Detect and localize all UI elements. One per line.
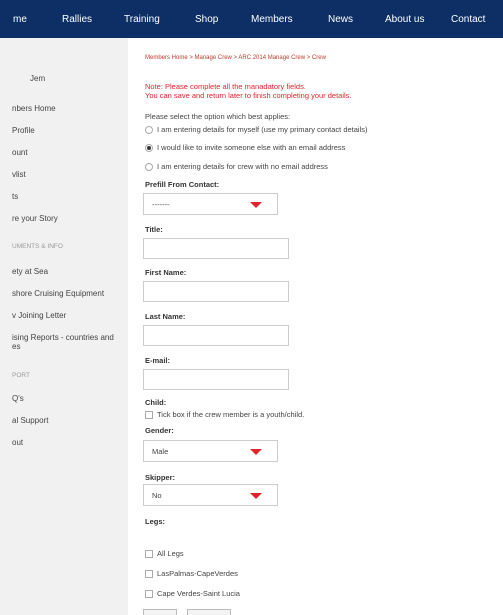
- leg-label: LasPalmas-CapeVerdes: [157, 569, 238, 578]
- sidebar: Jem nbers Home Profile ount vlist ts re …: [0, 38, 128, 615]
- last-name-label: Last Name:: [145, 312, 186, 321]
- sidebar-item-faqs[interactable]: Q's: [12, 394, 128, 403]
- sidebar-item-offshore-equipment[interactable]: shore Cruising Equipment: [12, 289, 128, 298]
- prefill-value: -------: [152, 200, 170, 209]
- checkbox[interactable]: [145, 549, 153, 558]
- child-checkbox[interactable]: [145, 410, 153, 419]
- child-checkbox-row[interactable]: Tick box if the crew member is a youth/c…: [145, 410, 304, 419]
- title-label: Title:: [145, 225, 163, 234]
- legs-label: Legs:: [145, 517, 166, 526]
- submit-button[interactable]: [187, 609, 231, 615]
- radio-option-no-email[interactable]: I am entering details for crew with no e…: [145, 162, 328, 171]
- sidebar-item-profile[interactable]: Profile: [12, 126, 128, 135]
- skipper-label: Skipper:: [145, 473, 176, 482]
- sidebar-item-safety-at-sea[interactable]: ety at Sea: [12, 267, 128, 276]
- sidebar-item-crewlist[interactable]: vlist: [12, 170, 128, 179]
- nav-rallies[interactable]: Rallies: [62, 14, 92, 25]
- save-button[interactable]: [143, 609, 177, 615]
- gender-label: Gender:: [145, 426, 174, 435]
- sidebar-item-share-story[interactable]: re your Story: [12, 214, 128, 223]
- sidebar-section-support: PORT: [12, 372, 30, 379]
- radio-button[interactable]: [145, 162, 153, 171]
- child-label: Child:: [145, 398, 167, 407]
- first-name-label: First Name:: [145, 268, 187, 277]
- radio-label: I am entering details for crew with no e…: [157, 162, 328, 171]
- checkbox[interactable]: [145, 569, 153, 578]
- title-input[interactable]: [143, 238, 289, 259]
- main-content: Members Home > Manage Crew > ARC 2014 Ma…: [143, 0, 503, 615]
- radio-button-selected[interactable]: [145, 143, 153, 152]
- sidebar-item-tech-support[interactable]: al Support: [12, 416, 128, 425]
- sidebar-item-cruising-reports[interactable]: ising Reports - countries and es: [12, 333, 128, 351]
- leg-checkbox-laspalmas[interactable]: LasPalmas-CapeVerdes: [145, 569, 238, 578]
- radio-label: I would like to invite someone else with…: [157, 143, 346, 152]
- option-prompt: Please select the option which best appl…: [145, 112, 291, 121]
- sidebar-user-name: Jem: [30, 74, 46, 83]
- chevron-down-icon: [250, 449, 262, 455]
- gender-value: Male: [152, 447, 169, 456]
- skipper-value: No: [152, 491, 162, 500]
- leg-checkbox-all[interactable]: All Legs: [145, 549, 184, 558]
- checkbox[interactable]: [145, 589, 153, 598]
- gender-select[interactable]: Male: [143, 440, 278, 462]
- sidebar-item-joining-letter[interactable]: v Joining Letter: [12, 311, 128, 320]
- note-line-2: You can save and return later to finish …: [145, 91, 352, 100]
- leg-label: All Legs: [157, 549, 184, 558]
- sidebar-item-logout[interactable]: out: [12, 438, 128, 447]
- prefill-select[interactable]: -------: [143, 193, 278, 215]
- radio-button[interactable]: [145, 125, 153, 134]
- sidebar-item-account[interactable]: ount: [12, 148, 128, 157]
- chevron-down-icon: [250, 493, 262, 499]
- note-line-1: Note: Please complete all the manadatory…: [145, 82, 306, 91]
- nav-home[interactable]: me: [13, 14, 27, 25]
- first-name-input[interactable]: [143, 281, 289, 302]
- radio-option-myself[interactable]: I am entering details for myself (use my…: [145, 125, 368, 134]
- prefill-label: Prefill From Contact:: [145, 180, 220, 189]
- radio-label: I am entering details for myself (use my…: [157, 125, 368, 134]
- email-label: E-mail:: [145, 356, 171, 365]
- breadcrumb[interactable]: Members Home > Manage Crew > ARC 2014 Ma…: [145, 55, 326, 61]
- sidebar-item-members-home[interactable]: nbers Home: [12, 104, 128, 113]
- last-name-input[interactable]: [143, 325, 289, 346]
- child-checkbox-text: Tick box if the crew member is a youth/c…: [157, 410, 305, 419]
- sidebar-item-events[interactable]: ts: [12, 192, 128, 201]
- mandatory-note: Note: Please complete all the manadatory…: [145, 82, 352, 100]
- email-input[interactable]: [143, 369, 289, 390]
- chevron-down-icon: [250, 202, 262, 208]
- radio-option-invite[interactable]: I would like to invite someone else with…: [145, 143, 345, 152]
- leg-checkbox-capeverdes[interactable]: Cape Verdes-Saint Lucia: [145, 589, 240, 598]
- skipper-select[interactable]: No: [143, 484, 278, 506]
- sidebar-section-documents: UMENTS & INFO: [12, 243, 63, 250]
- leg-label: Cape Verdes-Saint Lucia: [157, 589, 240, 598]
